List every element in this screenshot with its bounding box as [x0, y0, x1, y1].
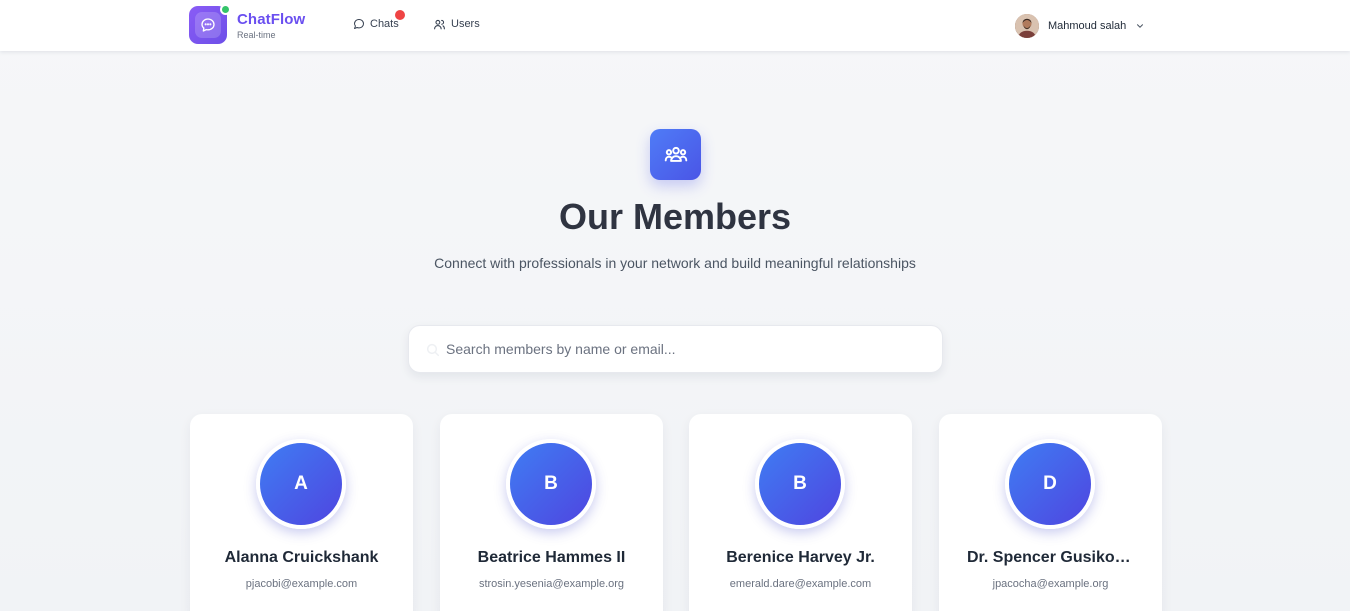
member-card[interactable]: B Berenice Harvey Jr. emerald.dare@examp…	[689, 414, 912, 611]
page-title: Our Members	[558, 196, 792, 237]
member-avatar: B	[755, 439, 845, 529]
page-subtitle: Connect with professionals in your netwo…	[434, 255, 916, 271]
member-email: jpacocha@example.org	[992, 578, 1109, 590]
chevron-down-icon	[1135, 21, 1145, 31]
nav-item-chats[interactable]: Chats	[353, 16, 399, 32]
member-name: Berenice Harvey Jr.	[726, 549, 875, 566]
nav-item-users[interactable]: Users	[433, 16, 480, 32]
nav-item-label: Chats	[370, 18, 399, 30]
member-email: emerald.dare@example.com	[729, 578, 872, 590]
brand-tagline: Real-time	[237, 30, 276, 40]
user-name: Mahmoud salah	[1048, 20, 1127, 32]
user-avatar	[1015, 14, 1039, 38]
nav-item-label: Users	[451, 18, 480, 30]
members-group-icon	[650, 129, 701, 180]
member-name: Beatrice Hammes II	[477, 549, 626, 566]
top-navbar: ChatFlow Real-time Chats Users Mahmoud s…	[0, 0, 1350, 51]
member-card[interactable]: A Alanna Cruickshank pjacobi@example.com	[190, 414, 413, 611]
member-search-box	[408, 325, 943, 373]
member-card[interactable]: B Beatrice Hammes II strosin.yesenia@exa…	[440, 414, 663, 611]
member-email: strosin.yesenia@example.org	[478, 578, 625, 590]
member-avatar: B	[506, 439, 596, 529]
member-name: Alanna Cruickshank	[224, 549, 379, 566]
search-input[interactable]	[446, 326, 926, 372]
online-status-dot	[220, 4, 231, 15]
users-icon	[433, 18, 446, 31]
logo-chat-icon	[195, 12, 221, 38]
search-icon	[425, 342, 441, 358]
user-menu[interactable]: Mahmoud salah	[1015, 13, 1145, 39]
member-avatar: A	[256, 439, 346, 529]
member-avatar: D	[1005, 439, 1095, 529]
chat-bubble-icon	[353, 18, 365, 30]
member-name: Dr. Spencer Gusikowski	[967, 549, 1134, 566]
member-card[interactable]: D Dr. Spencer Gusikowski jpacocha@exampl…	[939, 414, 1162, 611]
member-email: pjacobi@example.com	[245, 578, 358, 590]
brand-name: ChatFlow	[237, 11, 306, 28]
chats-notification-badge	[395, 10, 405, 20]
